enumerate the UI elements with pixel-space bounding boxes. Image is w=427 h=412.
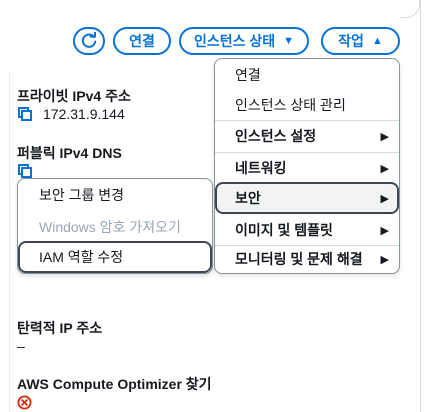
refresh-icon (81, 32, 97, 48)
elastic-ip-label: 탄력적 IP 주소 (17, 320, 103, 336)
actions-button[interactable]: 작업 ▲ (321, 27, 400, 55)
menu-item-label: 연결 (235, 67, 261, 83)
caret-right-icon: ▶ (380, 131, 389, 143)
menu-item-label: 인스턴스 설정 (235, 128, 317, 144)
actions-button-label: 작업 (338, 33, 364, 49)
submenu-item-label: IAM 역할 수정 (39, 249, 124, 265)
security-submenu: 보안 그룹 변경 Windows 암호 가져오기 IAM 역할 수정 (17, 178, 213, 274)
submenu-item-label: 보안 그룹 변경 (39, 187, 125, 203)
public-ipv4-dns-label: 퍼블릭 IPv4 DNS (17, 145, 122, 161)
menu-item-instance-settings[interactable]: 인스턴스 설정 ▶ (215, 120, 399, 152)
instance-state-button[interactable]: 인스턴스 상태 ▼ (179, 27, 309, 55)
private-ipv4-label: 프라이빗 IPv4 주소 (17, 88, 131, 104)
menu-item-label: 이미지 및 템플릿 (235, 222, 333, 238)
submenu-item-get-windows-password: Windows 암호 가져오기 (18, 211, 212, 243)
menu-item-manage-instance-state[interactable]: 인스턴스 상태 관리 (215, 89, 399, 121)
menu-item-label: 인스턴스 상태 관리 (235, 97, 346, 113)
menu-item-connect[interactable]: 연결 (215, 59, 399, 91)
submenu-item-change-security-groups[interactable]: 보안 그룹 변경 (18, 179, 212, 211)
submenu-item-label: Windows 암호 가져오기 (39, 219, 181, 235)
caret-right-icon: ▶ (380, 225, 389, 237)
menu-item-security[interactable]: 보안 ▶ (215, 182, 399, 214)
compute-optimizer-label: AWS Compute Optimizer 찾기 (17, 376, 212, 392)
actions-menu: 연결 인스턴스 상태 관리 인스턴스 설정 ▶ 네트워킹 ▶ 보안 ▶ 이미지 … (214, 58, 400, 274)
caret-down-icon: ▼ (283, 34, 295, 47)
caret-right-icon: ▶ (380, 163, 389, 175)
caret-right-icon: ▶ (380, 193, 389, 205)
error-icon (17, 395, 32, 410)
instance-state-button-label: 인스턴스 상태 (193, 33, 276, 49)
menu-item-label: 모니터링 및 문제 해결 (235, 251, 363, 267)
menu-item-label: 네트워킹 (235, 160, 287, 176)
caret-up-icon: ▲ (371, 34, 383, 47)
private-ipv4-value: 172.31.9.144 (43, 106, 125, 122)
menu-item-images-templates[interactable]: 이미지 및 템플릿 ▶ (215, 214, 399, 246)
connect-button[interactable]: 연결 (113, 27, 171, 55)
refresh-button[interactable] (73, 27, 105, 55)
menu-item-monitoring-troubleshooting[interactable]: 모니터링 및 문제 해결 ▶ (215, 243, 399, 273)
connect-button-label: 연결 (129, 33, 155, 49)
panel-border (420, 0, 421, 412)
caret-right-icon: ▶ (380, 254, 389, 266)
menu-item-label: 보안 (235, 190, 261, 206)
submenu-item-modify-iam-role[interactable]: IAM 역할 수정 (18, 241, 212, 273)
copy-icon[interactable] (18, 107, 32, 121)
menu-item-networking[interactable]: 네트워킹 ▶ (215, 152, 399, 184)
details-divider (9, 72, 10, 412)
copy-icon[interactable] (18, 164, 32, 178)
elastic-ip-value: – (17, 338, 25, 354)
panel-corner (400, 0, 420, 18)
